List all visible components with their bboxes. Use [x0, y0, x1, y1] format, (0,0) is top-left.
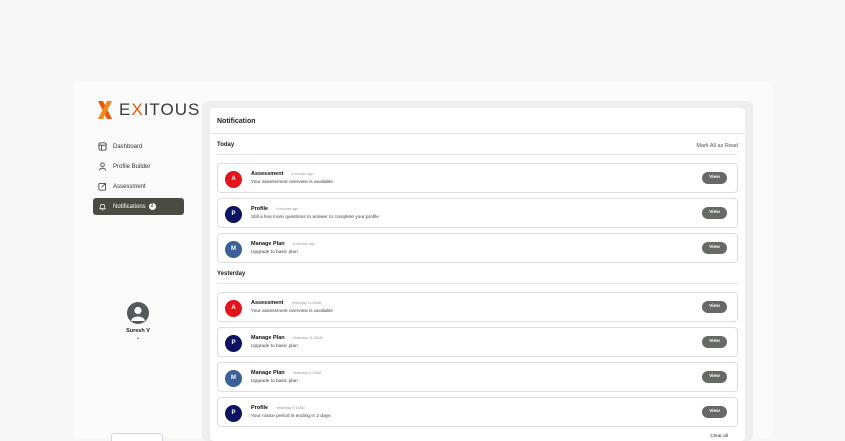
view-button[interactable]: View: [702, 371, 727, 383]
clear-all-link[interactable]: Clear all: [710, 434, 728, 439]
notification-time: Yesterday 11:30AM: [291, 301, 322, 305]
logo-x-icon: [97, 100, 113, 120]
sidebar-bottom-button[interactable]: [111, 433, 163, 441]
notification-message: Your assessment overview is available: [251, 180, 333, 185]
notification-card: Notification Today Mark All as Read A As…: [210, 108, 745, 441]
notification-item[interactable]: A Assessment Yesterday 11:30AM Your asses…: [217, 292, 738, 322]
notification-avatar: P: [225, 206, 242, 223]
sidebar-item-label: Profile Builder: [113, 163, 151, 170]
notification-time: 5 minutes ago: [292, 242, 315, 246]
sidebar-item-label: Assessment: [113, 183, 146, 190]
notification-title: Manage Plan 5 minutes ago: [251, 241, 315, 247]
notification-item[interactable]: M Manage Plan 5 minutes ago Upgrade to ba…: [217, 233, 738, 263]
brand-logo[interactable]: EXITOUS: [97, 99, 200, 121]
view-button[interactable]: View: [702, 172, 727, 184]
sidebar-item-notifications[interactable]: Notifications 2: [93, 198, 184, 215]
view-button[interactable]: View: [702, 207, 727, 219]
notification-panel: Notification Today Mark All as Read A As…: [202, 101, 753, 441]
notification-message: Upgrade to basic plan: [251, 379, 298, 384]
divider: [217, 154, 738, 155]
notification-title: Profile 4 minutes ago: [251, 206, 299, 212]
sidebar-item-dashboard[interactable]: Dashboard: [93, 138, 184, 155]
notification-message: Still a few more questions to answer to …: [251, 215, 379, 220]
mark-all-read-link[interactable]: Mark All as Read: [696, 143, 738, 149]
notification-title: Assessment 2 minutes ago: [251, 171, 314, 177]
view-button[interactable]: View: [702, 406, 727, 418]
notification-message: Your assessment overview is available: [251, 309, 333, 314]
user-avatar-icon: [131, 306, 145, 321]
notification-title: Assessment Yesterday 11:30AM: [251, 300, 322, 306]
dashboard-icon: [98, 142, 107, 151]
notification-item[interactable]: P Profile 4 minutes ago Still a few more …: [217, 198, 738, 228]
notification-message: Your notice period is ending in 2 days: [251, 414, 331, 419]
view-button[interactable]: View: [702, 242, 727, 254]
app-window: EXITOUS Dashboard Profile Builder Assess…: [73, 82, 773, 441]
notification-time: 4 minutes ago: [276, 207, 299, 211]
bell-icon: [99, 204, 106, 211]
notification-title: Manage Plan Yesterday 11:30AM: [251, 335, 323, 341]
notification-message: Upgrade to basic plan: [251, 344, 298, 349]
notification-item[interactable]: A Assessment 2 minutes ago Your assessmen…: [217, 163, 738, 193]
notification-time: Yesterday 9:10AM: [276, 406, 305, 410]
user-icon: [98, 162, 107, 171]
sidebar-item-assessment[interactable]: Assessment: [93, 178, 184, 195]
notification-time: 2 minutes ago: [291, 172, 314, 176]
view-button[interactable]: View: [702, 336, 727, 348]
sidebar-item-label: Dashboard: [113, 143, 143, 150]
section-today: Today: [217, 142, 235, 148]
notification-time: Yesterday 11:30AM: [292, 336, 323, 340]
notification-time: Yesterday 9:10AM: [292, 371, 322, 375]
view-button[interactable]: View: [702, 301, 727, 313]
notification-item[interactable]: M Manage Plan Yesterday 9:10AM Upgrade to…: [217, 362, 738, 392]
brand-name: EXITOUS: [119, 100, 201, 119]
divider: [210, 133, 745, 134]
notification-avatar: A: [225, 171, 242, 188]
sidebar: EXITOUS Dashboard Profile Builder Assess…: [73, 82, 201, 441]
notification-avatar: A: [225, 300, 242, 317]
edit-icon: [98, 182, 107, 191]
sidebar-nav: Dashboard Profile Builder Assessment Not…: [93, 138, 184, 218]
notification-avatar: P: [225, 405, 242, 422]
chevron-down-icon[interactable]: ⌄: [113, 334, 163, 342]
sidebar-item-label: Notifications: [113, 203, 146, 210]
notification-item[interactable]: P Manage Plan Yesterday 11:30AM Upgrade t…: [217, 327, 738, 357]
section-yesterday: Yesterday: [217, 271, 246, 277]
notification-title: Profile Yesterday 9:10AM: [251, 405, 305, 411]
user-menu[interactable]: Suresh V ⌄: [113, 302, 163, 342]
notification-avatar: M: [225, 370, 242, 387]
sidebar-item-profile-builder[interactable]: Profile Builder: [93, 158, 184, 175]
avatar: [127, 302, 149, 324]
notification-message: Upgrade to basic plan: [251, 250, 298, 255]
notification-item[interactable]: P Profile Yesterday 9:10AM Your notice pe…: [217, 397, 738, 427]
page-title: Notification: [217, 118, 256, 125]
notification-title: Manage Plan Yesterday 9:10AM: [251, 370, 322, 376]
notification-avatar: P: [225, 335, 242, 352]
divider: [217, 283, 738, 284]
notification-avatar: M: [225, 241, 242, 258]
notification-count-badge: 2: [148, 203, 156, 210]
